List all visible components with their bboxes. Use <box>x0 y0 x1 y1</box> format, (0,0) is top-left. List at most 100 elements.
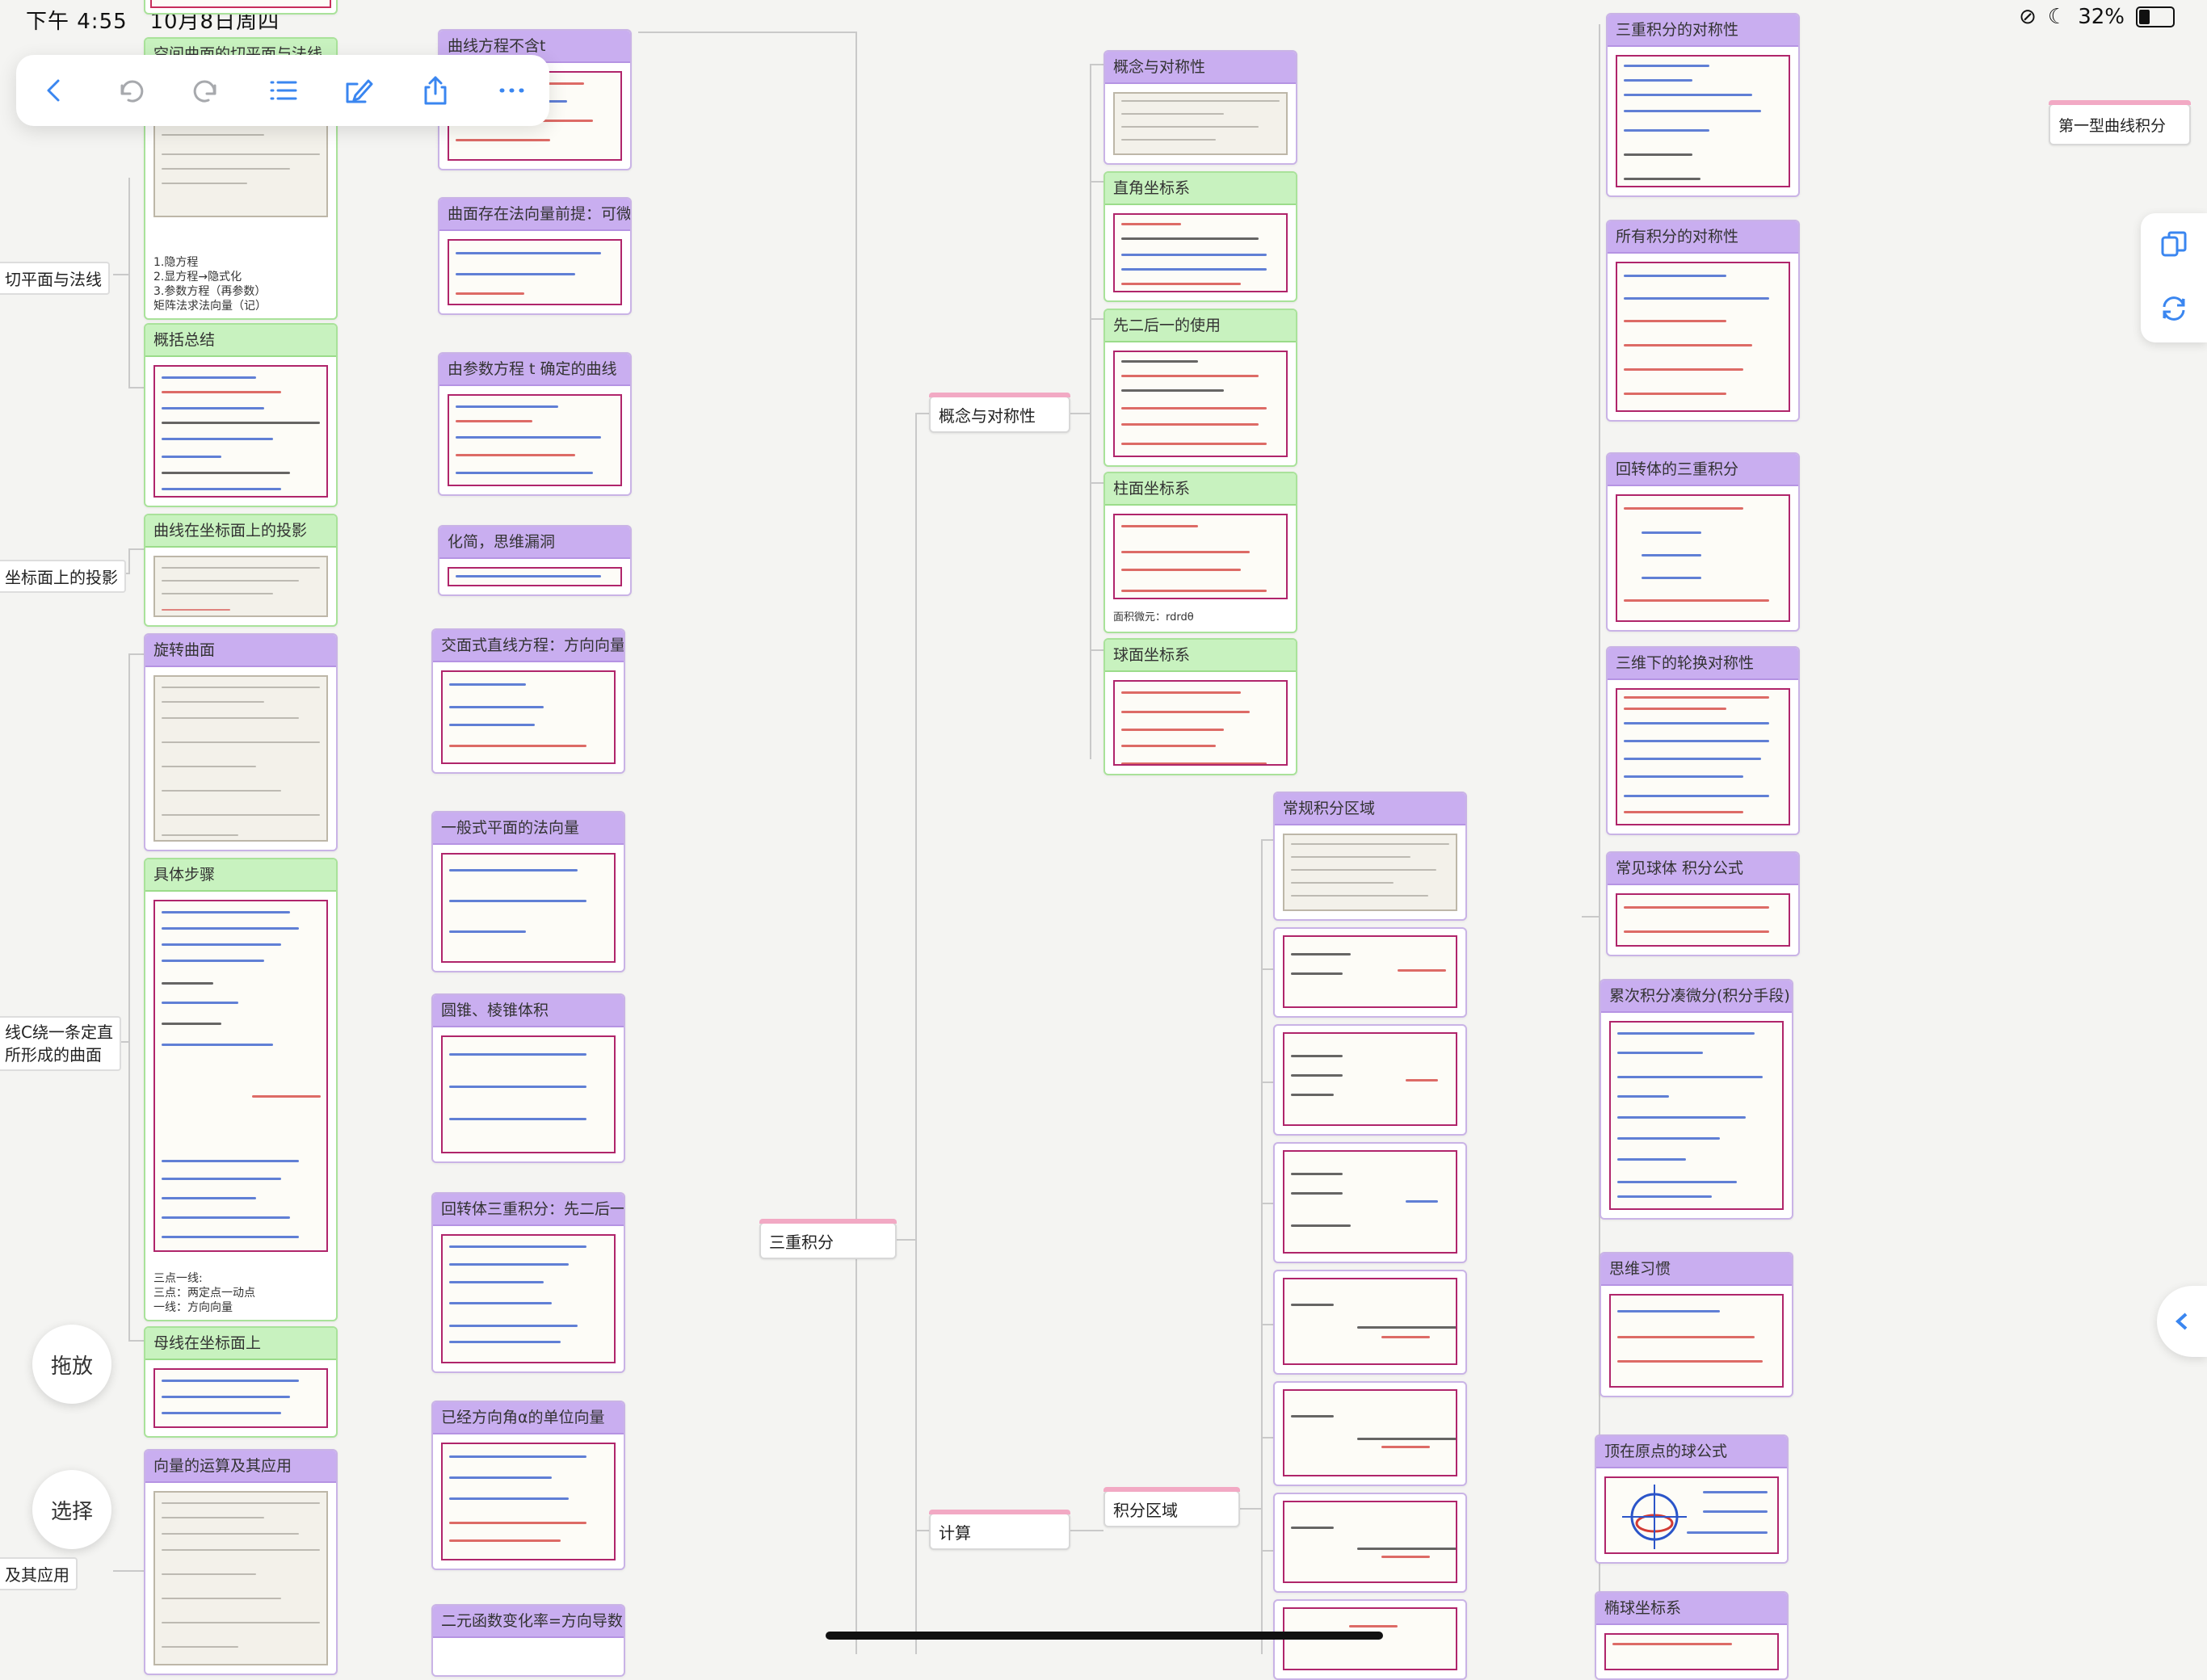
region-sketch-6[interactable] <box>1273 1493 1467 1593</box>
card-title: 球面坐标系 <box>1105 640 1296 672</box>
note-card-c5[interactable]: 交面式直线方程：方向向量 <box>431 628 625 774</box>
redo-button[interactable] <box>184 68 229 113</box>
note-card-revolution[interactable]: 回转体的三重积分 <box>1606 452 1800 632</box>
note-card-cartesian[interactable]: 直角坐标系 <box>1104 171 1297 302</box>
note-card-repeated-integral[interactable]: 累次积分凑微分(积分手段) <box>1600 979 1793 1220</box>
note-card-concept[interactable]: 概念与对称性 <box>1104 50 1297 165</box>
home-indicator <box>826 1632 1383 1640</box>
card-title: 思维习惯 <box>1601 1254 1792 1286</box>
note-card-cylindrical[interactable]: 柱面坐标系 面积微元：rdrdθ <box>1104 472 1297 633</box>
node-tangent-plane[interactable]: 切平面与法线 <box>0 262 110 295</box>
copy-icon <box>2161 231 2187 257</box>
note-card-thinking[interactable]: 思维习惯 <box>1600 1252 1793 1397</box>
note-card-c2[interactable]: 曲面存在法向量前提：可微 <box>438 197 632 315</box>
card-title: 概括总结 <box>145 325 336 357</box>
list-icon <box>270 81 297 100</box>
region-sketch-5[interactable] <box>1273 1381 1467 1486</box>
card-title: 三重积分的对称性 <box>1608 15 1798 47</box>
note-card-rotation-symmetry[interactable]: 三维下的轮换对称性 <box>1606 646 1800 835</box>
card-title: 曲线在坐标面上的投影 <box>145 515 336 548</box>
region-sketch-1[interactable] <box>1273 927 1467 1018</box>
note-card-vector-ops[interactable]: 向量的运算及其应用 <box>144 1449 338 1675</box>
note-card-steps[interactable]: 具体步骤 三点一线: 三点：两定点一动点 一线：方向向量 <box>144 858 338 1321</box>
note-card-c7[interactable]: 圆锥、棱锥体积 <box>431 993 625 1163</box>
link-icon: ⊘ <box>2019 5 2037 29</box>
card-title: 直角坐标系 <box>1105 173 1296 205</box>
note-card-two-then-one[interactable]: 先二后一的使用 <box>1104 309 1297 467</box>
refresh-button[interactable] <box>2159 294 2188 326</box>
chevron-left-icon <box>47 79 60 102</box>
card-title: 回转体的三重积分 <box>1608 454 1798 486</box>
card-title: 交面式直线方程：方向向量 <box>433 630 624 662</box>
moon-icon: ☾ <box>2047 5 2067 29</box>
card-title: 回转体三重积分：先二后一 <box>433 1194 624 1226</box>
card-title: 旋转曲面 <box>145 635 336 667</box>
card-title: 母线在坐标面上 <box>145 1328 336 1360</box>
card-title: 圆锥、棱锥体积 <box>433 995 624 1027</box>
share-button[interactable] <box>413 68 458 113</box>
redo-icon <box>193 80 216 103</box>
chevron-left-icon <box>2175 1312 2188 1330</box>
note-card-projection[interactable]: 曲线在坐标面上的投影 <box>144 514 338 627</box>
note-card-ellipsoid[interactable]: 椭球坐标系 <box>1595 1591 1789 1680</box>
node-rotation-surface[interactable]: 线C绕一条定直 所形成的曲面 <box>0 1016 121 1071</box>
note-card-c10[interactable]: 二元函数变化率=方向导数 <box>431 1604 625 1677</box>
topic-region[interactable]: 积分区域 <box>1104 1487 1240 1527</box>
sphere-sketch <box>1622 1485 1687 1549</box>
note-card-c3[interactable]: 由参数方程 t 确定的曲线 <box>438 352 632 496</box>
card-title: 三维下的轮换对称性 <box>1608 648 1798 680</box>
edit-icon <box>346 79 373 103</box>
status-indicators: ⊘ ☾ 32% <box>2019 5 2175 29</box>
note-card-origin-sphere[interactable]: 顶在原点的球公式 <box>1595 1434 1789 1564</box>
note-card-region[interactable]: 常规积分区域 <box>1273 792 1467 921</box>
region-sketch-2[interactable] <box>1273 1024 1467 1136</box>
card-title: 二元函数变化率=方向导数 <box>433 1606 624 1638</box>
edit-button[interactable] <box>336 68 381 113</box>
note-card-c9[interactable]: 已经方向角α的单位向量 <box>431 1401 625 1570</box>
note-card-summary[interactable]: 概括总结 <box>144 323 338 507</box>
card-title: 柱面坐标系 <box>1105 473 1296 506</box>
region-sketch-4[interactable] <box>1273 1270 1467 1375</box>
card-title: 顶在原点的球公式 <box>1596 1436 1787 1468</box>
note-card-spherical[interactable]: 球面坐标系 <box>1104 638 1297 775</box>
note-card-triple-symmetry[interactable]: 三重积分的对称性 <box>1606 13 1800 197</box>
back-button[interactable] <box>32 68 77 113</box>
battery-percent: 32% <box>2078 5 2125 29</box>
card-title: 概念与对称性 <box>1105 52 1296 84</box>
select-button[interactable]: 选择 <box>32 1470 111 1549</box>
side-panel <box>2141 213 2207 342</box>
node-vector-application[interactable]: 及其应用 <box>0 1557 78 1590</box>
card-text: 面积微元：rdrdθ <box>1113 611 1194 624</box>
drag-button[interactable]: 拖放 <box>32 1325 111 1404</box>
card-title: 椭球坐标系 <box>1596 1593 1787 1625</box>
note-card-sphere-formula[interactable]: 常见球体 积分公式 <box>1606 851 1800 956</box>
topic-line-integral[interactable]: 第一型曲线积分 <box>2049 100 2191 145</box>
mind-map-canvas[interactable]: 下午 4:55 10月8日周四 ⊘ ☾ 32% 切平面与法线 坐标面上的投影 线… <box>0 0 2207 1680</box>
undo-button[interactable] <box>107 68 153 113</box>
outline-button[interactable] <box>260 68 305 113</box>
more-button[interactable] <box>489 68 534 113</box>
note-card-generatrix[interactable]: 母线在坐标面上 <box>144 1326 338 1438</box>
refresh-icon <box>2163 296 2185 321</box>
card-title: 向量的运算及其应用 <box>145 1451 336 1483</box>
copy-style-button[interactable] <box>2159 229 2188 262</box>
note-card-all-symmetry[interactable]: 所有积分的对称性 <box>1606 220 1800 422</box>
note-card[interactable] <box>144 0 338 15</box>
topic-root[interactable]: 三重积分 <box>759 1219 897 1259</box>
note-card-c4[interactable]: 化简，思维漏洞 <box>438 525 632 596</box>
card-title: 常规积分区域 <box>1275 793 1465 825</box>
region-sketch-7[interactable] <box>1273 1599 1467 1680</box>
note-card-rotation[interactable]: 旋转曲面 <box>144 633 338 851</box>
card-title: 所有积分的对称性 <box>1608 221 1798 254</box>
card-text: 三点一线: 三点：两定点一动点 一线：方向向量 <box>153 1272 255 1314</box>
note-card-c6[interactable]: 一般式平面的法向量 <box>431 811 625 972</box>
topic-calc[interactable]: 计算 <box>929 1510 1070 1550</box>
note-card-c8[interactable]: 回转体三重积分：先二后一 <box>431 1192 625 1373</box>
region-sketch-3[interactable] <box>1273 1142 1467 1263</box>
card-title: 常见球体 积分公式 <box>1608 853 1798 885</box>
card-title: 化简，思维漏洞 <box>439 527 630 559</box>
node-projection[interactable]: 坐标面上的投影 <box>0 560 126 593</box>
topic-concept[interactable]: 概念与对称性 <box>929 393 1070 433</box>
card-title: 由参数方程 t 确定的曲线 <box>439 354 630 386</box>
card-title: 具体步骤 <box>145 859 336 892</box>
